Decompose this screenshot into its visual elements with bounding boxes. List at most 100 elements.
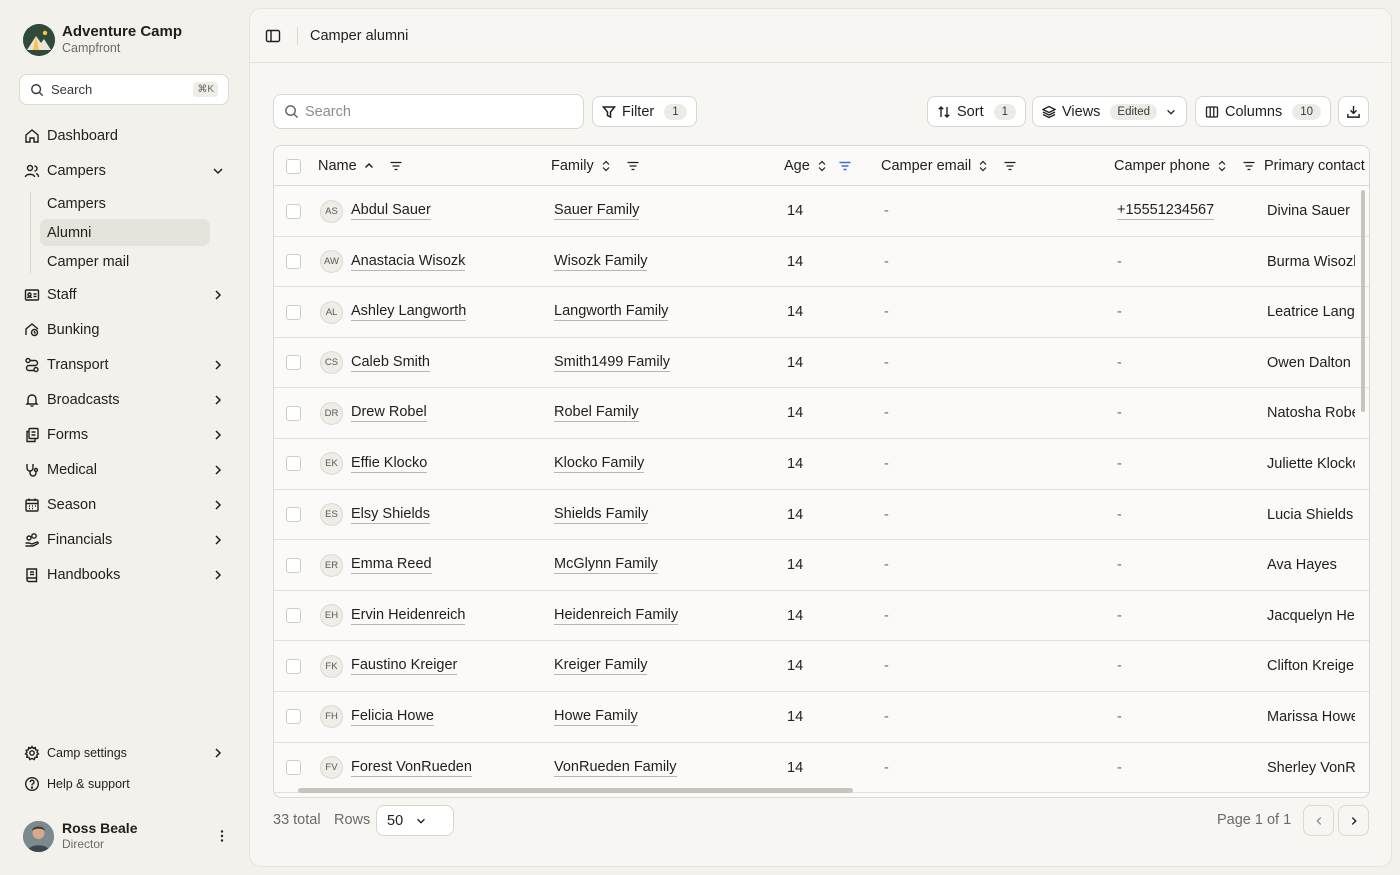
column-header-age[interactable]: Age [784,146,852,186]
table-row[interactable]: AW Anastacia Wisozk Wisozk Family 14 - - Burma… [274,237,1369,288]
family-link[interactable]: Langworth Family [554,303,669,322]
sidebar-subitem-camper-mail[interactable]: Camper mail [40,248,210,275]
sidebar-item-financials[interactable]: Financials [17,522,231,557]
sort-both-icon[interactable] [1216,160,1228,172]
sort-asc-icon[interactable] [363,160,375,172]
camper-name-link[interactable]: Ervin Heidenreich [351,607,466,625]
row-checkbox[interactable] [286,405,301,421]
family-link[interactable]: Smith1499 Family [554,354,671,372]
camper-name-link[interactable]: Forest VonRueden [351,759,472,777]
user-profile[interactable]: Ross Beale Director [23,820,230,852]
sidebar-item-bunking[interactable]: Bunking [17,312,231,347]
vertical-scrollbar[interactable] [1361,190,1365,412]
family-link[interactable]: Klocko Family [554,455,645,473]
row-checkbox[interactable] [286,608,301,624]
rows-per-page-select[interactable]: 50 [376,805,454,836]
sort-both-icon[interactable] [816,160,828,172]
download-button[interactable] [1338,96,1369,127]
camper-name-link[interactable]: Anastacia Wisozk [351,253,466,271]
table-row[interactable]: AS Abdul Sauer Sauer Family 14 - +15551234567… [274,186,1369,237]
family-link[interactable]: Shields Family [554,506,649,524]
sort-both-icon[interactable] [977,160,989,172]
family-link[interactable]: Robel Family [554,404,639,423]
family-link[interactable]: Kreiger Family [554,657,648,676]
row-checkbox[interactable] [286,507,301,523]
sidebar-item-help-support[interactable]: Help & support [17,768,231,799]
family-link[interactable]: Howe Family [554,708,638,726]
sidebar-item-camp-settings[interactable]: Camp settings [17,737,231,768]
sidebar-search[interactable]: Search ⌘K [19,74,229,105]
column-filter-active-icon[interactable] [838,159,852,173]
sidebar-item-handbooks[interactable]: Handbooks [17,557,231,592]
sidebar-item-transport[interactable]: Transport [17,347,231,382]
camper-name-link[interactable]: Caleb Smith [351,354,430,372]
table-row[interactable]: EH Ervin Heidenreich Heidenreich Family 14 -… [274,591,1369,642]
row-checkbox[interactable] [286,203,301,219]
horizontal-scrollbar[interactable] [298,788,853,793]
brand[interactable]: Adventure Camp Campfront [23,23,182,56]
row-checkbox[interactable] [286,658,301,674]
family-link[interactable]: McGlynn Family [554,556,658,575]
sidebar-subitem-campers[interactable]: Campers [40,190,210,217]
sidebar-item-medical[interactable]: Medical [17,452,231,487]
sidebar-item-forms[interactable]: Forms [17,417,231,452]
sidebar-subitem-alumni[interactable]: Alumni [40,219,210,246]
row-checkbox[interactable] [286,709,301,725]
sidebar-item-dashboard[interactable]: Dashboard [17,118,231,153]
camper-name-link[interactable]: Faustino Kreiger [351,657,458,676]
column-header-primary-contact[interactable]: Primary contact [1264,146,1369,186]
row-checkbox[interactable] [286,254,301,270]
row-checkbox[interactable] [286,456,301,472]
table-row[interactable]: FV Forest VonRueden VonRueden Family 14 - - Sh… [274,743,1369,794]
table-row[interactable]: DR Drew Robel Robel Family 14 - - Natosha Robe… [274,388,1369,439]
table-search[interactable] [273,94,584,129]
next-page-button[interactable] [1338,805,1369,836]
more-vertical-icon[interactable] [214,828,230,844]
column-header-camper-email[interactable]: Camper email [881,146,1017,186]
column-header-camper-phone[interactable]: Camper phone [1114,146,1256,186]
column-header-name[interactable]: Name [318,146,403,186]
table-row[interactable]: EK Effie Klocko Klocko Family 14 - - Juliette … [274,439,1369,490]
phone-value[interactable]: +15551234567 [1117,202,1215,220]
camper-name-link[interactable]: Emma Reed [351,556,432,575]
columns-button[interactable]: Columns 10 [1195,96,1332,127]
sidebar-item-campers[interactable]: Campers [17,153,231,188]
camper-name-link[interactable]: Elsy Shields [351,506,430,524]
column-filter-icon[interactable] [1242,159,1256,173]
sidebar-item-season[interactable]: Season [17,487,231,522]
family-link[interactable]: Heidenreich Family [554,607,679,625]
brand-name: Adventure Camp [62,23,183,40]
column-filter-icon[interactable] [389,159,403,173]
column-filter-icon[interactable] [1003,159,1017,173]
select-all-checkbox[interactable] [286,158,301,174]
table-row[interactable]: AL Ashley Langworth Langworth Family 14 - - Le… [274,287,1369,338]
camper-name-link[interactable]: Ashley Langworth [351,303,467,322]
row-checkbox[interactable] [286,557,301,573]
row-checkbox[interactable] [286,304,301,320]
views-button[interactable]: Views Edited [1032,96,1188,127]
family-link[interactable]: VonRueden Family [554,759,677,777]
filter-button[interactable]: Filter 1 [592,96,697,127]
column-filter-icon[interactable] [626,159,640,173]
family-link[interactable]: Sauer Family [554,202,640,220]
sort-both-icon[interactable] [600,160,612,172]
camper-name-link[interactable]: Effie Klocko [351,455,428,473]
table-row[interactable]: FK Faustino Kreiger Kreiger Family 14 - - Clif… [274,641,1369,692]
camper-name-link[interactable]: Abdul Sauer [351,202,431,220]
family-link[interactable]: Wisozk Family [554,253,648,271]
table-row[interactable]: ES Elsy Shields Shields Family 14 - - Lucia Sh… [274,490,1369,541]
table-row[interactable]: ER Emma Reed McGlynn Family 14 - - Ava Hayes [274,540,1369,591]
table-row[interactable]: CS Caleb Smith Smith1499 Family 14 - - Owen Da… [274,338,1369,389]
prev-page-button[interactable] [1303,805,1334,836]
table-row[interactable]: FH Felicia Howe Howe Family 14 - - Marissa How… [274,692,1369,743]
sort-button[interactable]: Sort 1 [927,96,1026,127]
sidebar-item-broadcasts[interactable]: Broadcasts [17,382,231,417]
column-header-family[interactable]: Family [551,146,640,186]
sidebar-item-staff[interactable]: Staff [17,277,231,312]
row-checkbox[interactable] [286,760,301,776]
search-input[interactable] [305,103,555,120]
sidebar-toggle-icon[interactable] [265,28,281,44]
camper-name-link[interactable]: Drew Robel [351,404,427,423]
row-checkbox[interactable] [286,355,301,371]
camper-name-link[interactable]: Felicia Howe [351,708,434,726]
